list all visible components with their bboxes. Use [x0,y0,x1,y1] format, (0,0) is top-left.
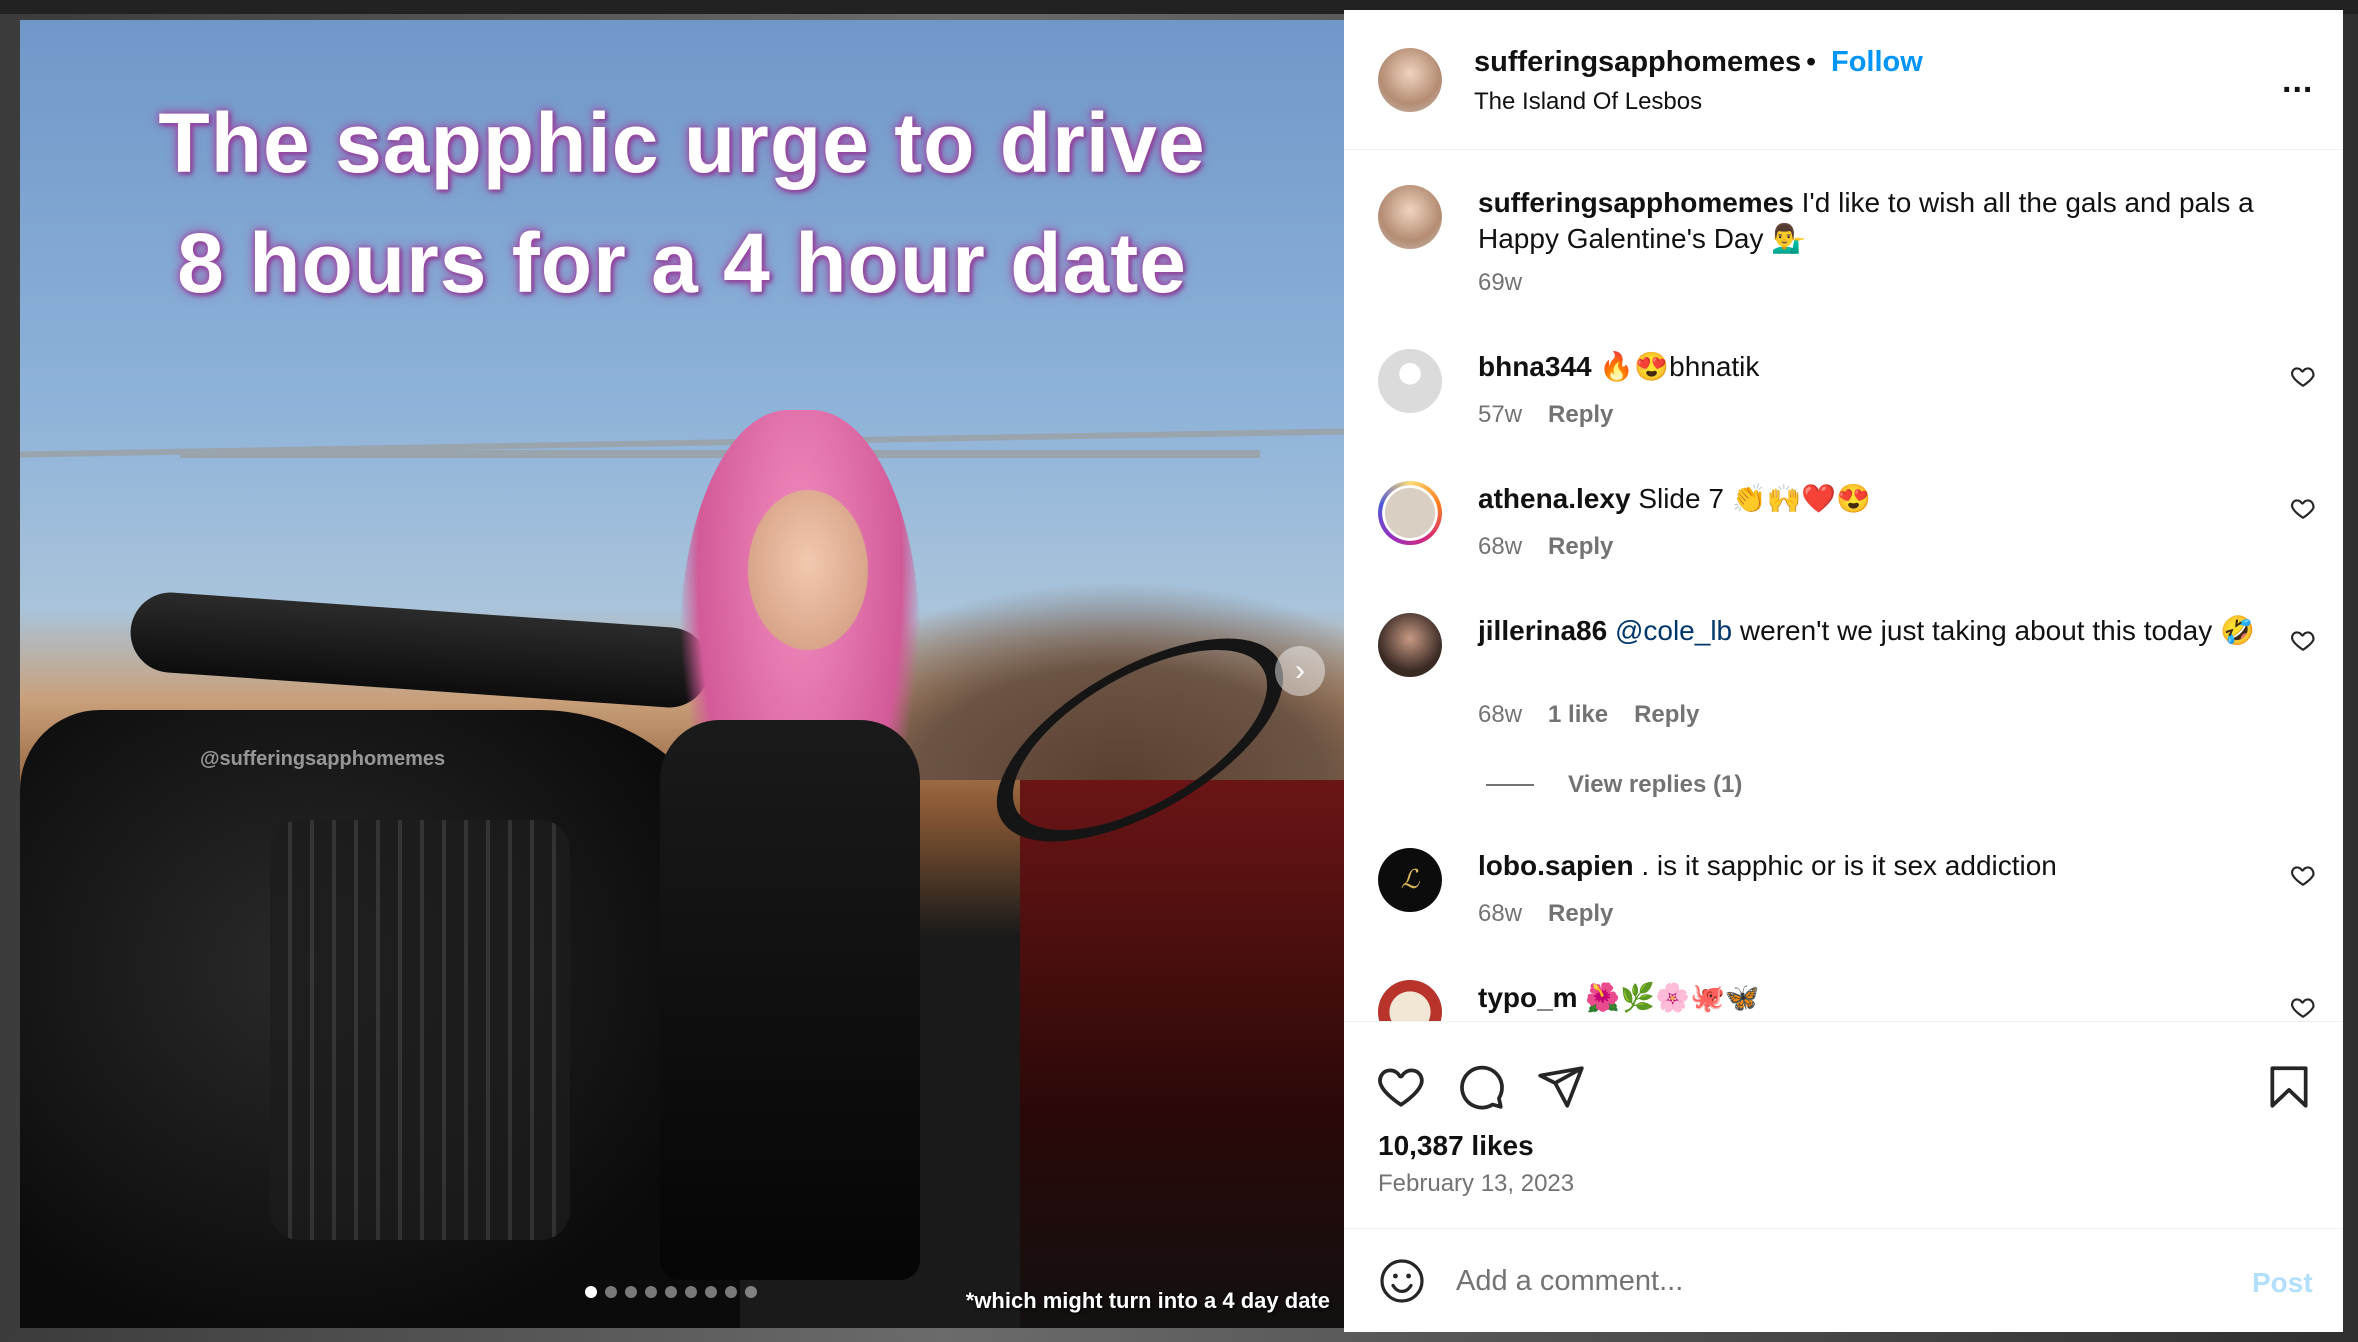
comment-username[interactable]: typo_m [1478,982,1578,1013]
carousel-dot [585,1286,597,1298]
photo-rollbar-2 [180,450,1260,458]
carousel-dot [725,1286,737,1298]
photo-seat-pleats [270,820,570,1240]
carousel-dot [605,1286,617,1298]
comment-age: 68w [1478,900,1523,927]
commenter-avatar[interactable] [1378,980,1442,1021]
follow-button[interactable]: Follow [1831,46,1923,79]
heart-icon[interactable] [2290,994,2316,1020]
photo-car-door [1020,780,1344,1328]
share-icon[interactable] [1536,1062,1586,1112]
commenter-avatar[interactable] [1378,613,1442,677]
likes-count[interactable]: 10,387 likes [1378,1130,1534,1162]
comment-age: 69w [1478,269,1523,296]
caption-text: sufferingsapphomemes I'd like to wish al… [1478,185,2278,257]
post-header: sufferingsapphomemes • Follow The Island… [1344,10,2343,150]
commenter-avatar[interactable]: ℒ [1378,848,1442,912]
post-side-panel: sufferingsapphomemes • Follow The Island… [1344,10,2343,1332]
comment-text: lobo.sapien . is it sapphic or is it sex… [1478,848,2278,884]
comment-icon[interactable] [1456,1062,1506,1112]
heart-icon[interactable] [2290,627,2316,653]
carousel-dot [625,1286,637,1298]
comment-text: typo_m 🌺🌿🌸🐙🦋 [1478,980,2278,1016]
post-location[interactable]: The Island Of Lesbos [1474,88,1702,116]
reply-button[interactable]: Reply [1548,900,1613,928]
heart-icon[interactable] [2290,495,2316,521]
comment-meta: 57w Reply [1478,401,1613,429]
author-username[interactable]: sufferingsapphomemes [1474,46,1801,79]
comment-text: bhna344 🔥😍bhnatik [1478,349,2278,385]
commenter-avatar[interactable] [1378,481,1442,545]
comment-username[interactable]: athena.lexy [1478,483,1631,514]
photo-outfit [660,720,920,1280]
reply-button[interactable]: Reply [1548,401,1613,429]
carousel-indicator [585,1286,757,1298]
carousel-dot [705,1286,717,1298]
image-caption-line-1: The sapphic urge to drive [158,96,1206,190]
comment-body: 🌺🌿🌸🐙🦋 [1585,982,1760,1013]
photo-face [748,490,868,650]
carousel-dot [745,1286,757,1298]
image-caption-line-2: 8 hours for a 4 hour date [177,216,1187,310]
comment-username[interactable]: bhna344 [1478,351,1592,382]
comment-input[interactable] [1456,1255,2216,1307]
carousel-dot [645,1286,657,1298]
comment-body: 🔥😍bhnatik [1599,351,1760,382]
carousel-dot [665,1286,677,1298]
avatar-monogram-icon: ℒ [1400,865,1420,895]
more-icon[interactable]: ... [2282,62,2313,101]
comment-body: . is it sapphic or is it sex addiction [1641,850,2057,881]
comment-meta: 69w [1478,269,1522,297]
comment-meta: 68w Reply [1478,900,1613,928]
comment-username[interactable]: jillerina86 [1478,615,1607,646]
comment-body: weren't we just taking about this today … [1739,615,2255,646]
comment-likes[interactable]: 1 like [1548,701,1608,729]
view-replies-button[interactable]: View replies (1) [1486,771,1742,799]
author-avatar[interactable] [1378,185,1442,249]
comment-text: jillerina86 @cole_lb weren't we just tak… [1478,613,2278,649]
next-slide-button[interactable]: › [1275,646,1325,696]
comment-meta: 68w 1 like Reply [1478,701,1699,729]
post-media[interactable]: The sapphic urge to drive 8 hours for a … [20,20,1344,1328]
like-icon[interactable] [1376,1062,1426,1112]
comment-text: athena.lexy Slide 7 👏🙌❤️😍 [1478,481,2278,517]
comment-username[interactable]: lobo.sapien [1478,850,1634,881]
carousel-dot [685,1286,697,1298]
view-replies-label: View replies (1) [1568,771,1743,798]
comment-composer: Post [1344,1228,2343,1332]
comment-mention[interactable]: @cole_lb [1615,615,1732,646]
comments-list[interactable]: sufferingsapphomemes I'd like to wish al… [1344,151,2343,1021]
comment-meta: 68w Reply [1478,533,1613,561]
reply-button[interactable]: Reply [1548,533,1613,561]
heart-icon[interactable] [2290,363,2316,389]
commenter-avatar[interactable] [1378,349,1442,413]
comment-age: 68w [1478,701,1523,728]
view-replies-line [1486,784,1534,786]
image-watermark: @sufferingsapphomemes [200,748,446,770]
emoji-icon[interactable] [1378,1257,1426,1305]
bookmark-icon[interactable] [2264,1062,2314,1112]
comment-age: 57w [1478,401,1523,428]
heart-icon[interactable] [2290,862,2316,888]
author-avatar[interactable] [1378,48,1442,112]
chevron-right-icon: › [1295,654,1305,687]
post-comment-button[interactable]: Post [2252,1267,2313,1299]
post-date[interactable]: February 13, 2023 [1378,1170,1574,1198]
image-footnote: *which might turn into a 4 day date [965,1288,1330,1313]
reply-button[interactable]: Reply [1634,701,1699,729]
comment-age: 68w [1478,533,1523,560]
comment-body: Slide 7 👏🙌❤️😍 [1638,483,1872,514]
header-separator: • [1806,46,1817,78]
comment-username[interactable]: sufferingsapphomemes [1478,187,1794,218]
